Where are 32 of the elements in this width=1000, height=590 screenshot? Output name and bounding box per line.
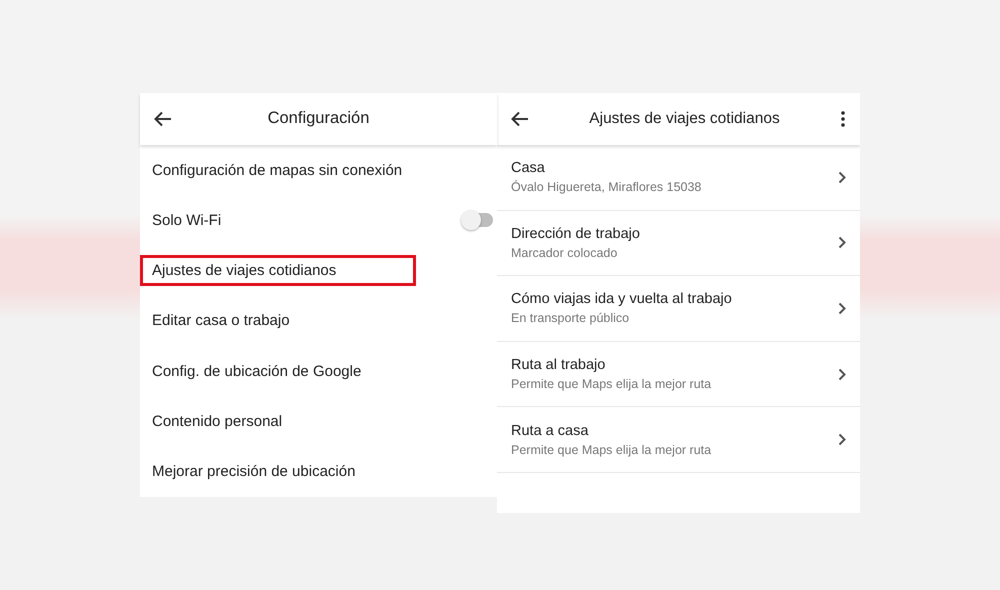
- commute-setting-row[interactable]: Dirección de trabajo Marcador colocado: [497, 210, 860, 276]
- screen-title: Ajustes de viajes cotidianos: [588, 110, 781, 128]
- setting-value: Permite que Maps elija la mejor ruta: [511, 377, 712, 392]
- screen-title: Configuración: [266, 109, 370, 128]
- commute-setting-row[interactable]: Ruta a casa Permite que Maps elija la mejor ruta: [497, 407, 860, 473]
- settings-item[interactable]: Config. de ubicación de Google: [152, 360, 362, 383]
- setting-label: Ruta al trabajo: [511, 357, 606, 374]
- chevron-right-icon: [838, 302, 846, 315]
- commute-setting-row[interactable]: Casa Óvalo Higuereta, Miraflores 15038: [497, 145, 860, 211]
- back-arrow-icon[interactable]: [154, 110, 172, 127]
- chevron-right-icon: [838, 170, 846, 184]
- setting-label: Dirección de trabajo: [511, 226, 641, 242]
- setting-value: Marcador colocado: [511, 246, 618, 260]
- setting-value: En transporte público: [511, 311, 630, 326]
- chevron-right-icon: [838, 236, 846, 250]
- more-options-icon[interactable]: [840, 111, 846, 127]
- setting-label: Cómo viajas ida y vuelta al trabajo: [511, 291, 733, 308]
- setting-label: Casa: [511, 160, 546, 176]
- settings-item[interactable]: Editar casa o trabajo: [152, 309, 290, 332]
- commute-setting-row[interactable]: Ruta al trabajo Permite que Maps elija la mejor ruta: [497, 342, 860, 408]
- commute-setting-row[interactable]: Cómo viajas ida y vuelta al trabajo En transporte público: [497, 276, 860, 342]
- chevron-right-icon: [838, 368, 846, 381]
- setting-label: Ruta a casa: [511, 422, 590, 439]
- back-arrow-icon[interactable]: [511, 111, 529, 127]
- setting-value: Óvalo Higuereta, Miraflores 15038: [511, 180, 702, 194]
- settings-item[interactable]: Mejorar precisión de ubicación: [152, 460, 356, 484]
- settings-item[interactable]: Solo Wi-Fi: [152, 208, 222, 232]
- settings-item[interactable]: Ajustes de viajes cotidianos: [143, 258, 414, 284]
- setting-value: Permite que Maps elija la mejor ruta: [511, 442, 712, 457]
- chevron-right-icon: [838, 433, 846, 446]
- settings-item[interactable]: Contenido personal: [152, 410, 282, 434]
- settings-item[interactable]: Configuración de mapas sin conexión: [152, 158, 402, 182]
